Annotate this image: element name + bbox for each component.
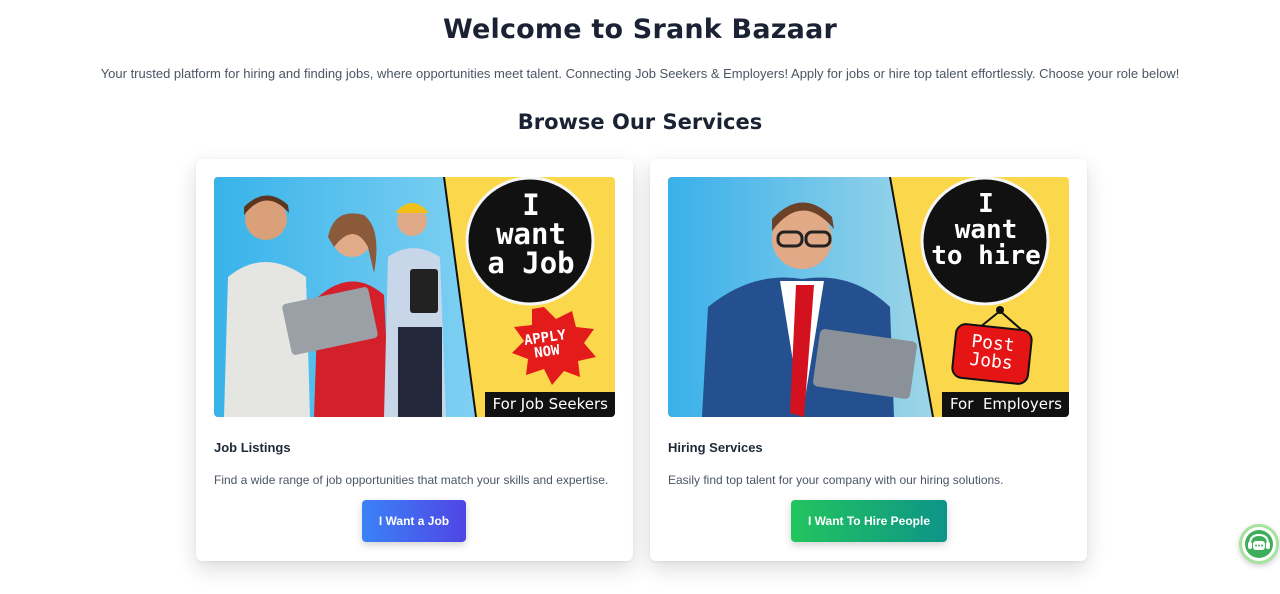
- card-title: Job Listings: [214, 440, 291, 455]
- banner-line-1: I: [978, 189, 994, 219]
- card-title: Hiring Services: [668, 440, 763, 455]
- banner-line-3: to hire: [931, 241, 1041, 271]
- banner-tag: For Job Seekers: [484, 392, 615, 417]
- post-jobs-sign: Post Jobs: [958, 331, 1025, 374]
- job-seekers-banner: I want a Job APPLY NOW For Job Seekers: [214, 177, 615, 417]
- banner-line-2: want: [496, 217, 566, 251]
- banner-circle-text: I want a Job: [467, 191, 595, 278]
- card-description: Easily find top talent for your company …: [668, 473, 1004, 487]
- chat-support-button[interactable]: [1239, 524, 1279, 564]
- banner-tag: For Employers: [941, 392, 1069, 417]
- card-description: Find a wide range of job opportunities t…: [214, 473, 609, 487]
- want-a-job-button[interactable]: I Want a Job: [362, 500, 466, 542]
- want-to-hire-button[interactable]: I Want To Hire People: [791, 500, 947, 542]
- employers-banner: I want to hire Post Jobs For Employers: [668, 177, 1069, 417]
- hiring-services-card: I want to hire Post Jobs For Employers H…: [650, 159, 1087, 561]
- banner-line-3: a Job: [487, 246, 575, 280]
- page-title: Welcome to Srank Bazaar: [442, 14, 838, 45]
- page-subtitle: Your trusted platform for hiring and fin…: [100, 66, 1180, 81]
- banner-line-2: want: [954, 215, 1018, 245]
- job-listings-card: I want a Job APPLY NOW For Job Seekers J…: [196, 159, 633, 561]
- services-heading: Browse Our Services: [517, 110, 763, 134]
- banner-line-1: I: [522, 188, 540, 222]
- banner-circle-text: I want to hire: [922, 191, 1050, 269]
- chat-support-icon: [1245, 530, 1273, 558]
